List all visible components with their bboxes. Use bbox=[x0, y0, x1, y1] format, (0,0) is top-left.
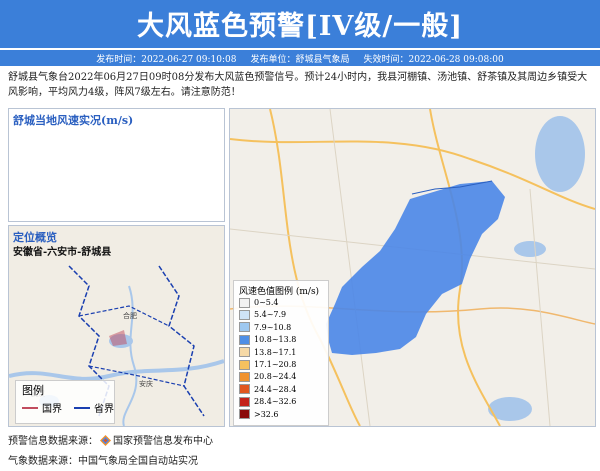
expire-time: 失效时间：2022-06-28 09:08:00 bbox=[363, 54, 504, 65]
wind-legend-swatch bbox=[239, 384, 250, 395]
wind-legend-swatch bbox=[239, 396, 250, 407]
wind-legend-label: 20.8~24.4 bbox=[254, 372, 297, 382]
wind-legend-label: 17.1~20.8 bbox=[254, 360, 297, 369]
wind-legend-row: >32.6 bbox=[239, 409, 279, 420]
publisher: 发布单位：舒城县气象局 bbox=[250, 54, 350, 65]
wind-legend-row: 13.8~17.1 bbox=[239, 347, 296, 358]
wind-legend-swatch bbox=[239, 309, 250, 320]
national-border-label: 国界 bbox=[42, 404, 62, 415]
warning-center-logo-icon bbox=[100, 435, 111, 446]
national-border-swatch bbox=[22, 407, 38, 409]
location-overview-panel[interactable]: 定位概览 安徽省-六安市-舒城县 合肥 安庆 武汉 图例 国界 省界 bbox=[8, 225, 225, 427]
wind-legend-swatch bbox=[239, 371, 250, 382]
warning-header: 大风蓝色预警[IV级/一般] bbox=[0, 0, 600, 48]
wind-legend-label: >32.6 bbox=[254, 409, 279, 419]
wind-legend-label: 13.8~17.1 bbox=[254, 347, 297, 357]
wind-legend-swatch bbox=[239, 297, 250, 308]
wind-legend-row: 7.9~10.8 bbox=[239, 322, 291, 333]
wind-color-legend: 风速色值图例 (m/s) 0~5.4 5.4~7.9 7.9~10.8 10.8~13… bbox=[233, 280, 329, 426]
wind-legend-row: 28.4~32.6 bbox=[239, 396, 296, 407]
wind-legend-row: 20.8~24.4 bbox=[239, 371, 296, 382]
warning-source-label: 预警信息数据来源： bbox=[8, 436, 98, 447]
wind-legend-swatch bbox=[239, 409, 250, 420]
warning-area-map[interactable]: 风速色值图例 (m/s) 0~5.4 5.4~7.9 7.9~10.8 10.8~13… bbox=[229, 108, 596, 427]
warning-source-name[interactable]: 国家预警信息发布中心 bbox=[113, 436, 213, 447]
map-label-hefei: 合肥 bbox=[123, 311, 137, 320]
wind-legend-row: 17.1~20.8 bbox=[239, 359, 296, 370]
legend-title: 图例 bbox=[22, 384, 44, 397]
warning-description: 舒城县气象台2022年06月27日09时08分发布大风蓝色预警信号。预计24小时… bbox=[8, 72, 588, 98]
map-label-anqing: 安庆 bbox=[139, 379, 153, 388]
province-border-swatch bbox=[74, 407, 90, 409]
wind-legend-label: 24.4~28.4 bbox=[254, 384, 297, 394]
overview-legend: 图例 国界 省界 bbox=[15, 380, 115, 424]
wind-speed-panel: 舒城当地风速实况(m/s) bbox=[8, 108, 225, 222]
wind-legend-label: 10.8~13.8 bbox=[254, 335, 297, 345]
wind-legend-title: 风速色值图例 (m/s) bbox=[239, 287, 320, 297]
wind-legend-label: 0~5.4 bbox=[254, 298, 279, 307]
wind-legend-row: 10.8~13.8 bbox=[239, 334, 296, 345]
warning-title: 大风蓝色预警[IV级/一般] bbox=[137, 11, 463, 42]
wind-legend-swatch bbox=[239, 334, 250, 345]
wind-legend-swatch bbox=[239, 347, 250, 358]
wind-legend-row: 5.4~7.9 bbox=[239, 309, 286, 320]
wind-speed-title: 舒城当地风速实况(m/s) bbox=[13, 114, 134, 127]
wind-legend-label: 28.4~32.6 bbox=[254, 397, 297, 407]
province-border-label: 省界 bbox=[94, 404, 114, 415]
wind-legend-swatch bbox=[239, 322, 250, 333]
wind-legend-row: 24.4~28.4 bbox=[239, 384, 296, 395]
wind-legend-swatch bbox=[239, 359, 250, 370]
warning-source-line: 预警信息数据来源： 国家预警信息发布中心 bbox=[8, 432, 213, 447]
warning-meta-bar: 发布时间：2022-06-27 09:10:08 发布单位：舒城县气象局 失效时… bbox=[0, 50, 600, 66]
weather-source-line: 气象数据来源：中国气象局全国自动站实况 bbox=[8, 456, 198, 467]
wind-legend-label: 7.9~10.8 bbox=[254, 322, 292, 332]
wind-legend-row: 0~5.4 bbox=[239, 297, 279, 308]
publish-time: 发布时间：2022-06-27 09:10:08 bbox=[96, 54, 237, 65]
wind-legend-label: 5.4~7.9 bbox=[254, 310, 287, 320]
location-subtitle: 安徽省-六安市-舒城县 bbox=[13, 247, 112, 258]
